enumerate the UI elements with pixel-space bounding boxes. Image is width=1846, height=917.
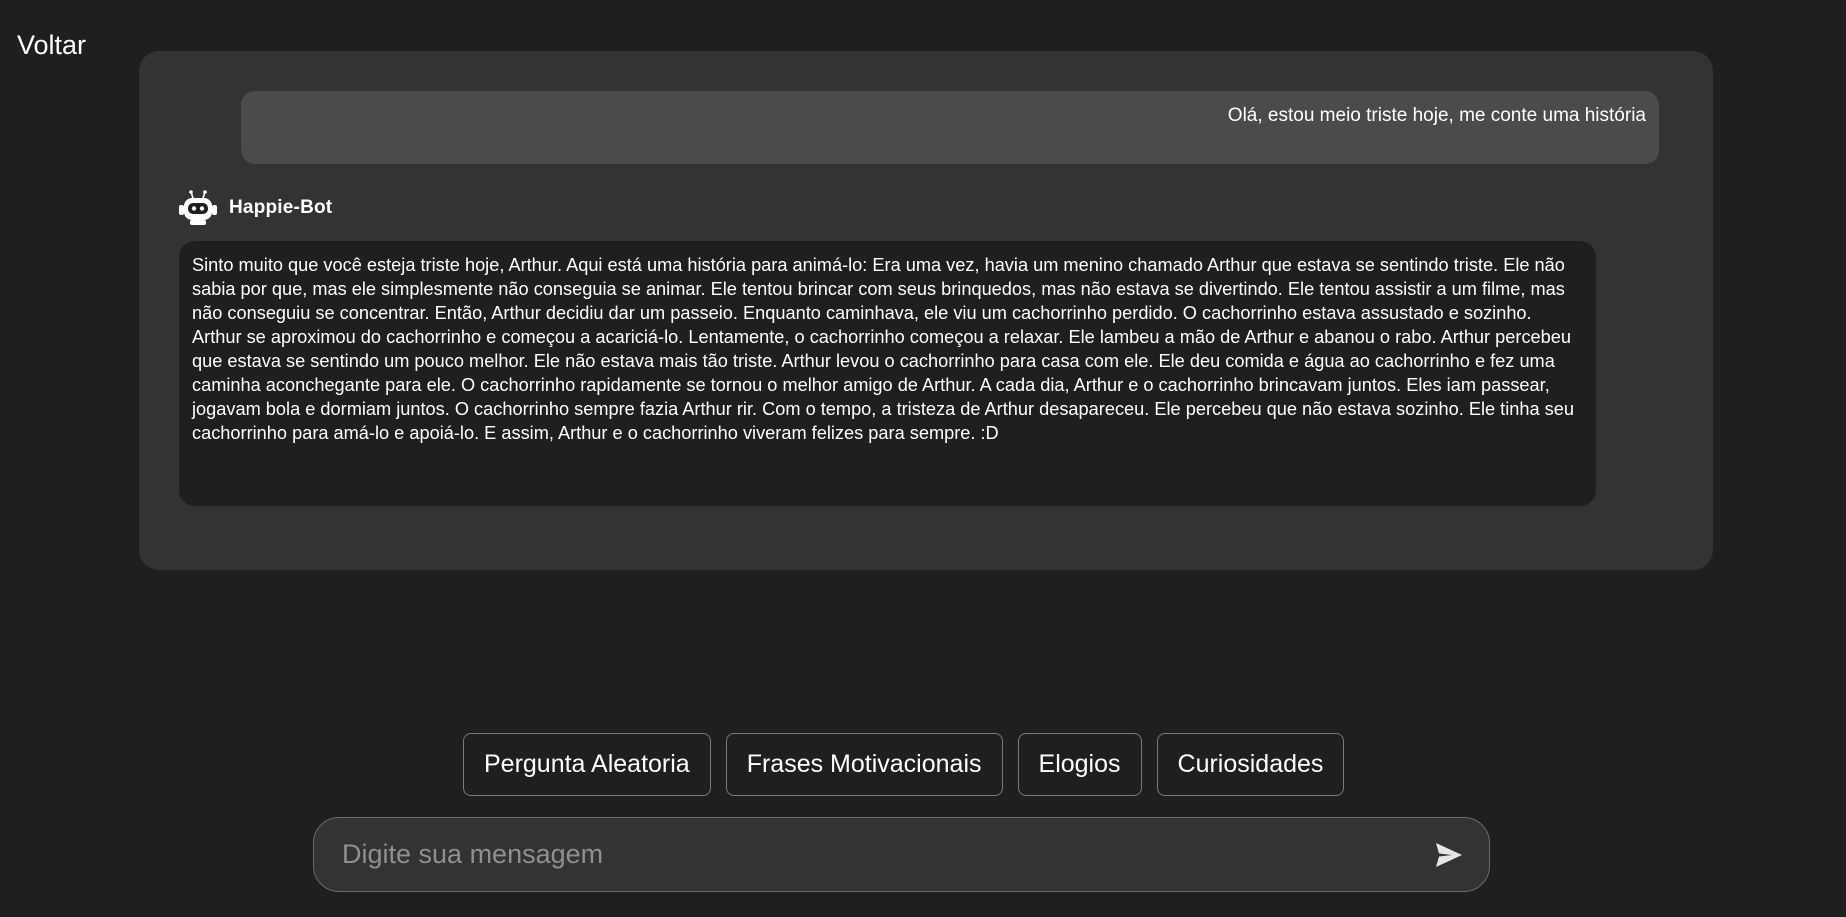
compliments-button[interactable]: Elogios — [1017, 733, 1142, 796]
back-link[interactable]: Voltar — [17, 30, 86, 61]
message-input[interactable] — [340, 823, 1429, 886]
bot-message-text: Sinto muito que você esteja triste hoje,… — [192, 255, 1574, 443]
chat-panel: Olá, estou meio triste hoje, me conte um… — [139, 51, 1713, 570]
curiosities-button[interactable]: Curiosidades — [1156, 733, 1345, 796]
user-message-bubble: Olá, estou meio triste hoje, me conte um… — [241, 91, 1659, 164]
motivational-phrases-button[interactable]: Frases Motivacionais — [725, 733, 1003, 796]
bot-message-bubble: Sinto muito que você esteja triste hoje,… — [179, 241, 1596, 506]
bot-name: Happie-Bot — [229, 197, 333, 218]
quick-actions-bar: Pergunta Aleatoria Frases Motivacionais … — [463, 733, 1345, 796]
robot-icon — [179, 190, 217, 225]
bot-header: Happie-Bot — [178, 188, 332, 228]
user-message-text: Olá, estou meio triste hoje, me conte um… — [1227, 105, 1646, 126]
send-icon — [1436, 842, 1462, 867]
random-question-button[interactable]: Pergunta Aleatoria — [463, 733, 711, 796]
message-composer — [313, 817, 1490, 892]
send-button[interactable] — [1429, 835, 1469, 875]
